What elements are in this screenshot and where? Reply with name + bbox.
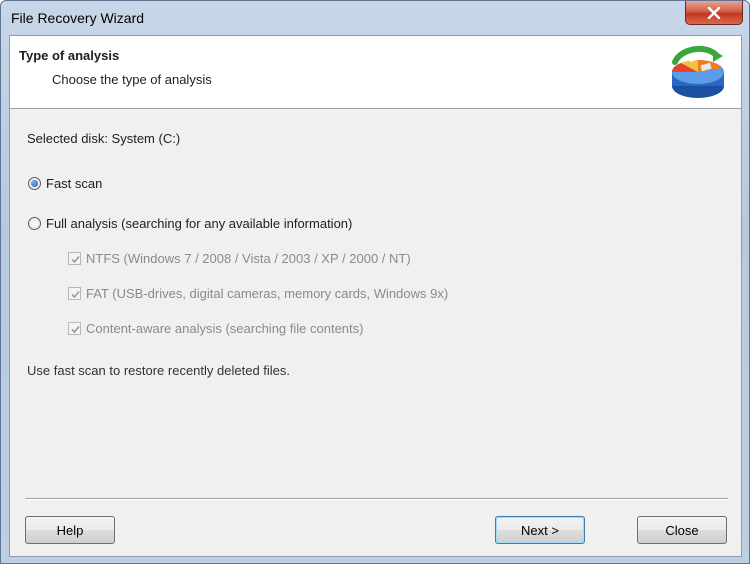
- full-analysis-radio-row[interactable]: Full analysis (searching for any availab…: [28, 216, 352, 231]
- full-analysis-radio[interactable]: [28, 217, 41, 230]
- close-button[interactable]: Close: [637, 516, 727, 544]
- ntfs-label: NTFS (Windows 7 / 2008 / Vista / 2003 / …: [86, 251, 411, 266]
- fat-label: FAT (USB-drives, digital cameras, memory…: [86, 286, 449, 301]
- window-title: File Recovery Wizard: [11, 10, 145, 26]
- fat-checkbox: [68, 287, 81, 300]
- wizard-header: Type of analysis Choose the type of anal…: [10, 36, 741, 109]
- ntfs-checkbox-row: NTFS (Windows 7 / 2008 / Vista / 2003 / …: [68, 251, 411, 266]
- help-button[interactable]: Help: [25, 516, 115, 544]
- hint-text: Use fast scan to restore recently delete…: [27, 363, 291, 378]
- selected-disk-label: Selected disk: System (C:): [27, 131, 181, 146]
- checkmark-icon: [71, 255, 80, 264]
- fast-scan-label[interactable]: Fast scan: [46, 176, 102, 191]
- footer-separator: [25, 498, 728, 500]
- disk-recovery-logo-icon: [672, 45, 724, 98]
- page-subtitle: Choose the type of analysis: [52, 72, 212, 87]
- next-button[interactable]: Next >: [495, 516, 585, 544]
- content-aware-checkbox-row: Content-aware analysis (searching file c…: [68, 321, 363, 336]
- full-analysis-label[interactable]: Full analysis (searching for any availab…: [46, 216, 352, 231]
- page-title: Type of analysis: [19, 48, 120, 63]
- fast-scan-radio-row[interactable]: Fast scan: [28, 176, 102, 191]
- close-icon: [707, 6, 721, 19]
- wizard-window: File Recovery Wizard Type of analysis Ch…: [0, 0, 750, 564]
- title-bar[interactable]: File Recovery Wizard: [1, 1, 749, 35]
- content-aware-label: Content-aware analysis (searching file c…: [86, 321, 364, 336]
- wizard-client-area: Type of analysis Choose the type of anal…: [9, 35, 742, 557]
- ntfs-checkbox: [68, 252, 81, 265]
- window-close-button[interactable]: [685, 1, 743, 25]
- checkmark-icon: [71, 325, 80, 334]
- checkmark-icon: [71, 290, 80, 299]
- fat-checkbox-row: FAT (USB-drives, digital cameras, memory…: [68, 286, 448, 301]
- content-aware-checkbox: [68, 322, 81, 335]
- fast-scan-radio[interactable]: [28, 177, 41, 190]
